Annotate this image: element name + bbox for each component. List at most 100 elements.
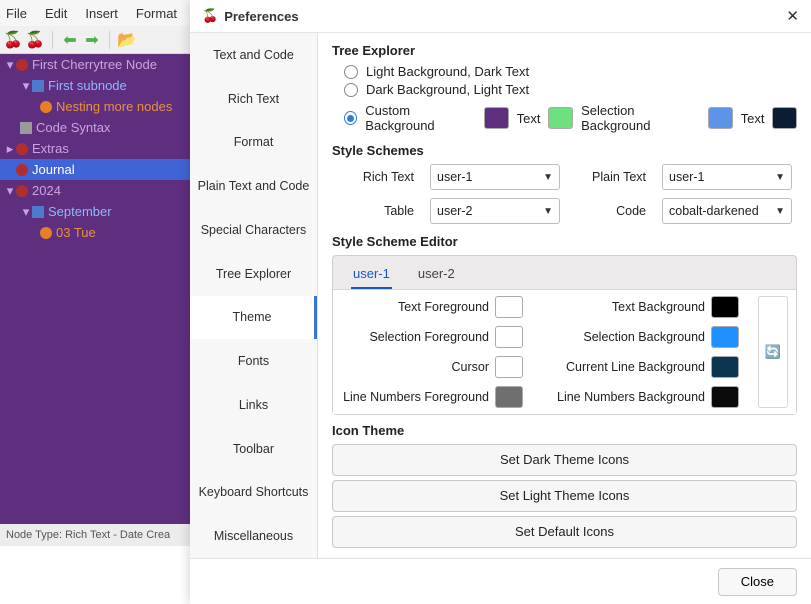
swatch-text-bg[interactable] bbox=[711, 296, 739, 318]
label-table: Table bbox=[344, 204, 414, 218]
cat-links[interactable]: Links bbox=[190, 383, 317, 427]
set-light-icons-button[interactable]: Set Light Theme Icons bbox=[332, 480, 797, 512]
tree-row[interactable]: 03 Tue bbox=[0, 222, 190, 243]
cat-theme[interactable]: Theme bbox=[190, 296, 317, 340]
node-icon bbox=[32, 80, 44, 92]
node-tree[interactable]: ▾First Cherrytree Node ▾First subnode Ne… bbox=[0, 54, 190, 524]
label-cursor: Cursor bbox=[339, 360, 489, 374]
scheme-editor: user-1 user-2 Text Foreground Text Backg… bbox=[332, 255, 797, 415]
separator bbox=[109, 31, 110, 49]
tree-row[interactable]: Nesting more nodes bbox=[0, 96, 190, 117]
swatch-ln-fg[interactable] bbox=[495, 386, 523, 408]
cat-tree-explorer[interactable]: Tree Explorer bbox=[190, 252, 317, 296]
node-icon bbox=[40, 101, 52, 113]
swatch-tree-text[interactable] bbox=[548, 107, 573, 129]
node-icon bbox=[32, 206, 44, 218]
label-ln-bg: Line Numbers Background bbox=[535, 390, 705, 404]
radio-light-bg[interactable]: Light Background, Dark Text bbox=[344, 64, 797, 79]
swatch-curline[interactable] bbox=[711, 356, 739, 378]
tab-user-2[interactable]: user-2 bbox=[416, 262, 457, 289]
status-bar: Node Type: Rich Text - Date Crea bbox=[0, 524, 190, 546]
radio-dark-bg[interactable]: Dark Background, Light Text bbox=[344, 82, 797, 97]
tree-row[interactable]: ▸Extras bbox=[0, 138, 190, 159]
cherry-icon bbox=[16, 164, 28, 176]
label-plain-text: Plain Text bbox=[576, 170, 646, 184]
label-text: Text bbox=[517, 111, 541, 126]
dialog-footer: Close bbox=[190, 558, 811, 604]
forward-icon[interactable]: ➡ bbox=[83, 31, 101, 49]
dialog-titlebar: 🍒Preferences ✕ bbox=[190, 0, 811, 32]
menu-edit[interactable]: Edit bbox=[45, 6, 67, 21]
dropdown-rich-text[interactable]: user-1▼ bbox=[430, 164, 560, 190]
set-default-icons-button[interactable]: Set Default Icons bbox=[332, 516, 797, 548]
label-rich-text: Rich Text bbox=[344, 170, 414, 184]
swatch-cursor[interactable] bbox=[495, 356, 523, 378]
chevron-down-icon: ▼ bbox=[543, 206, 553, 217]
cat-rich-text[interactable]: Rich Text bbox=[190, 77, 317, 121]
cat-keyboard-shortcuts[interactable]: Keyboard Shortcuts bbox=[190, 471, 317, 515]
label-text-bg: Text Background bbox=[535, 300, 705, 314]
swatch-tree-selbg[interactable] bbox=[708, 107, 733, 129]
label-curline: Current Line Background bbox=[535, 360, 705, 374]
radio-custom-bg[interactable] bbox=[344, 111, 357, 125]
cat-special-chars[interactable]: Special Characters bbox=[190, 208, 317, 252]
dropdown-table[interactable]: user-2▼ bbox=[430, 198, 560, 224]
heading-style-schemes: Style Schemes bbox=[332, 143, 797, 158]
code-icon bbox=[20, 122, 32, 134]
cat-fonts[interactable]: Fonts bbox=[190, 339, 317, 383]
cherry-red-icon[interactable]: 🍒 bbox=[4, 31, 22, 49]
node-icon bbox=[40, 227, 52, 239]
dropdown-code[interactable]: cobalt-darkened▼ bbox=[662, 198, 792, 224]
cat-format[interactable]: Format bbox=[190, 121, 317, 165]
cherry-yellow-icon[interactable]: 🍒 bbox=[26, 31, 44, 49]
heading-icon-theme: Icon Theme bbox=[332, 423, 797, 438]
cat-text-and-code[interactable]: Text and Code bbox=[190, 33, 317, 77]
tree-row[interactable]: ▾2024 bbox=[0, 180, 190, 201]
menu-format[interactable]: Format bbox=[136, 6, 177, 21]
menu-insert[interactable]: Insert bbox=[85, 6, 118, 21]
cat-toolbar[interactable]: Toolbar bbox=[190, 427, 317, 471]
label-text-fg: Text Foreground bbox=[339, 300, 489, 314]
heading-tree-explorer: Tree Explorer bbox=[332, 43, 797, 58]
cherry-icon bbox=[16, 143, 28, 155]
cat-miscellaneous[interactable]: Miscellaneous bbox=[190, 514, 317, 558]
tab-user-1[interactable]: user-1 bbox=[351, 262, 392, 289]
chevron-down-icon: ▼ bbox=[775, 206, 785, 217]
cherry-icon bbox=[16, 59, 28, 71]
menu-file[interactable]: File bbox=[6, 6, 27, 21]
label-sel-fg: Selection Foreground bbox=[339, 330, 489, 344]
close-icon[interactable]: ✕ bbox=[786, 7, 799, 25]
tree-row-selected[interactable]: Journal bbox=[0, 159, 190, 180]
swatch-sel-bg[interactable] bbox=[711, 326, 739, 348]
preferences-dialog: 🍒Preferences ✕ Text and Code Rich Text F… bbox=[190, 0, 811, 604]
separator bbox=[52, 31, 53, 49]
swatch-tree-seltext[interactable] bbox=[772, 107, 797, 129]
back-icon[interactable]: ⬅ bbox=[61, 31, 79, 49]
swatch-tree-bg[interactable] bbox=[484, 107, 509, 129]
swatch-ln-bg[interactable] bbox=[711, 386, 739, 408]
swatch-text-fg[interactable] bbox=[495, 296, 523, 318]
tree-row[interactable]: ▾First Cherrytree Node bbox=[0, 54, 190, 75]
chevron-down-icon: ▼ bbox=[543, 172, 553, 183]
folder-open-icon[interactable]: 📂 bbox=[118, 31, 136, 49]
label-ln-fg: Line Numbers Foreground bbox=[339, 390, 489, 404]
set-dark-icons-button[interactable]: Set Dark Theme Icons bbox=[332, 444, 797, 476]
tree-row[interactable]: Code Syntax bbox=[0, 117, 190, 138]
close-button[interactable]: Close bbox=[718, 568, 797, 596]
cat-plain-text-code[interactable]: Plain Text and Code bbox=[190, 164, 317, 208]
label-text2: Text bbox=[741, 111, 765, 126]
heading-scheme-editor: Style Scheme Editor bbox=[332, 234, 797, 249]
dialog-title: Preferences bbox=[224, 9, 298, 24]
swatch-sel-fg[interactable] bbox=[495, 326, 523, 348]
label-custom-bg: Custom Background bbox=[365, 103, 476, 133]
category-list[interactable]: Text and Code Rich Text Format Plain Tex… bbox=[190, 33, 318, 558]
tree-row[interactable]: ▾September bbox=[0, 201, 190, 222]
label-code: Code bbox=[576, 204, 646, 218]
chevron-down-icon: ▼ bbox=[775, 172, 785, 183]
reset-scheme-button[interactable]: 🔄 bbox=[758, 296, 788, 408]
dropdown-plain-text[interactable]: user-1▼ bbox=[662, 164, 792, 190]
reset-icon: 🔄 bbox=[765, 344, 781, 360]
tree-row[interactable]: ▾First subnode bbox=[0, 75, 190, 96]
cherry-icon bbox=[16, 185, 28, 197]
label-sel-bg: Selection Background bbox=[535, 330, 705, 344]
